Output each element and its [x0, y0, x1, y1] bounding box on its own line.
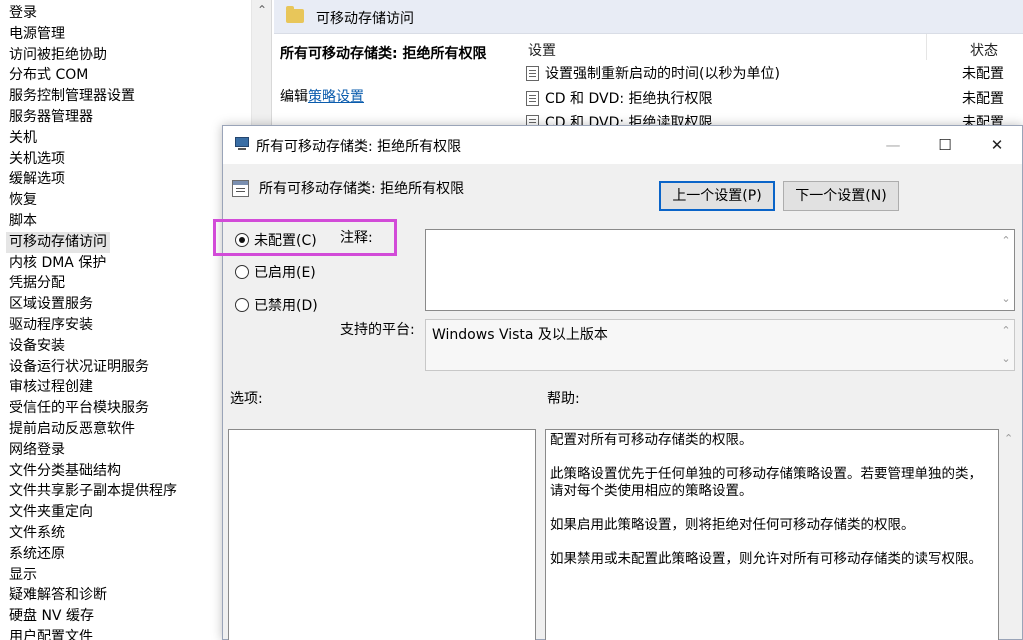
tree-item[interactable]: 访问被拒绝协助 — [6, 45, 110, 66]
help-paragraph: 配置对所有可移动存储类的权限。 — [550, 432, 753, 448]
supported-platform-box: Windows Vista 及以上版本 ⌃ ⌄ — [425, 319, 1015, 371]
previous-setting-button[interactable]: 上一个设置(P) — [659, 181, 775, 211]
scroll-up-icon[interactable]: ⌃ — [1000, 235, 1012, 247]
help-scrollbar[interactable]: ⌃ — [999, 428, 1021, 638]
radio-label: 已启用(E) — [254, 265, 316, 281]
tree-item[interactable]: 用户配置文件 — [6, 627, 96, 640]
scroll-up-icon[interactable]: ⌃ — [1000, 325, 1012, 337]
tree-item[interactable]: 疑难解答和诊断 — [6, 585, 110, 606]
scroll-down-icon[interactable]: ⌄ — [1000, 293, 1012, 305]
edit-prefix: 编辑 — [280, 89, 308, 105]
tree-item[interactable]: 脚本 — [6, 211, 40, 232]
radio-label: 未配置(C) — [254, 233, 317, 249]
help-text: 配置对所有可移动存储类的权限。 此策略设置优先于任何单独的可移动存储策略设置。若… — [550, 432, 990, 585]
column-header-state[interactable]: 状态 — [970, 40, 998, 60]
tree-item[interactable]: 显示 — [6, 565, 40, 586]
tree-item[interactable]: 文件夹重定向 — [6, 502, 96, 523]
radio-button[interactable] — [235, 298, 249, 312]
radio-enabled[interactable]: 已启用(E) — [235, 261, 316, 285]
policy-setting-icon — [526, 91, 539, 106]
tree-item[interactable]: 内核 DMA 保护 — [6, 253, 109, 274]
scroll-down-icon[interactable]: ⌄ — [1000, 353, 1012, 365]
tree-item[interactable]: 关机 — [6, 128, 40, 149]
tree-item[interactable]: 设备安装 — [6, 336, 68, 357]
tree-item[interactable]: 电源管理 — [6, 24, 68, 45]
tree-item[interactable]: 分布式 COM — [6, 65, 91, 86]
dialog-title: 所有可移动存储类: 拒绝所有权限 — [256, 139, 462, 155]
tree-item[interactable]: 缓解选项 — [6, 169, 68, 190]
tree-item[interactable]: 系统还原 — [6, 544, 68, 565]
options-label: 选项: — [230, 391, 263, 407]
column-header-setting[interactable]: 设置 — [528, 40, 556, 60]
radio-disabled[interactable]: 已禁用(D) — [235, 294, 318, 318]
next-setting-button[interactable]: 下一个设置(N) — [783, 181, 899, 211]
tree-item[interactable]: 凭据分配 — [6, 273, 68, 294]
supported-platform-label: 支持的平台: — [340, 322, 415, 338]
comment-label: 注释: — [340, 230, 373, 246]
tree-item[interactable]: 服务控制管理器设置 — [6, 86, 138, 107]
tree-item[interactable]: 提前启动反恶意软件 — [6, 419, 138, 440]
help-label: 帮助: — [547, 391, 580, 407]
monitor-icon — [233, 136, 251, 152]
minimize-button[interactable]: — — [867, 126, 919, 164]
column-divider[interactable] — [926, 34, 927, 60]
setting-name: 设置强制重新启动的时间(以秒为单位) — [545, 66, 780, 82]
selected-policy-name: 所有可移动存储类: 拒绝所有权限 — [280, 46, 487, 62]
dialog-titlebar[interactable]: 所有可移动存储类: 拒绝所有权限 — ☐ ✕ — [223, 126, 1022, 164]
tree-item[interactable]: 设备运行状况证明服务 — [6, 357, 152, 378]
details-header-title: 可移动存储访问 — [316, 11, 414, 27]
tree-item[interactable]: 登录 — [6, 3, 40, 24]
tree-item[interactable]: 文件系统 — [6, 523, 68, 544]
radio-not-configured[interactable]: 未配置(C) — [235, 229, 317, 253]
close-button[interactable]: ✕ — [971, 126, 1023, 164]
tree-item[interactable]: 网络登录 — [6, 440, 68, 461]
tree-item[interactable]: 服务器管理器 — [6, 107, 96, 128]
help-panel: 配置对所有可移动存储类的权限。 此策略设置优先于任何单独的可移动存储策略设置。若… — [545, 429, 999, 640]
supported-platform-value: Windows Vista 及以上版本 — [432, 327, 608, 343]
tree-item[interactable]: 驱动程序安装 — [6, 315, 96, 336]
setting-row[interactable]: 设置强制重新启动的时间(以秒为单位) — [526, 63, 780, 85]
details-pane: 所有可移动存储类: 拒绝所有权限 编辑策略设置 设置 状态 设置强制重新启动的时… — [274, 34, 1023, 134]
setting-name: CD 和 DVD: 拒绝执行权限 — [545, 91, 713, 107]
tree-item[interactable]: 文件分类基础结构 — [6, 461, 124, 482]
help-paragraph: 如果启用此策略设置，则将拒绝对任何可移动存储类的权限。 — [550, 517, 915, 533]
options-panel — [228, 429, 536, 640]
policy-setting-icon — [526, 66, 539, 81]
maximize-button[interactable]: ☐ — [919, 126, 971, 164]
tree-item[interactable]: 硬盘 NV 缓存 — [6, 606, 97, 627]
setting-state: 未配置 — [962, 91, 1004, 107]
tree-item[interactable]: 关机选项 — [6, 149, 68, 170]
tree-item[interactable]: 文件共享影子副本提供程序 — [6, 481, 180, 502]
radio-button[interactable] — [235, 265, 249, 279]
help-paragraph: 此策略设置优先于任何单独的可移动存储策略设置。若要管理单独的类，请对每个类使用相… — [550, 466, 982, 499]
edit-policy-line: 编辑策略设置 — [280, 86, 364, 106]
setting-state: 未配置 — [962, 66, 1004, 82]
policy-setting-icon — [232, 180, 249, 197]
folder-icon — [286, 6, 304, 23]
policy-settings-dialog: 所有可移动存储类: 拒绝所有权限 — ☐ ✕ 所有可移动存储类: 拒绝所有权限 … — [213, 125, 1023, 640]
tree-item[interactable]: 可移动存储访问 — [6, 231, 110, 253]
edit-policy-link[interactable]: 策略设置 — [308, 89, 364, 105]
tree-item[interactable]: 受信任的平台模块服务 — [6, 398, 152, 419]
help-paragraph: 如果禁用或未配置此策略设置，则允许对所有可移动存储类的读写权限。 — [550, 551, 982, 567]
setting-row[interactable]: CD 和 DVD: 拒绝执行权限 — [526, 88, 713, 110]
dialog-subtitle: 所有可移动存储类: 拒绝所有权限 — [259, 181, 465, 197]
scroll-up-icon[interactable]: ⌃ — [1004, 432, 1013, 445]
details-header: 可移动存储访问 — [274, 0, 1023, 34]
radio-button-checked[interactable] — [235, 233, 249, 247]
tree-item[interactable]: 恢复 — [6, 190, 40, 211]
comment-textarea[interactable]: ⌃ ⌄ — [425, 229, 1015, 311]
tree-item[interactable]: 区域设置服务 — [6, 294, 96, 315]
scroll-up-icon[interactable]: ⌃ — [256, 4, 268, 16]
radio-label: 已禁用(D) — [254, 298, 318, 314]
tree-item[interactable]: 审核过程创建 — [6, 377, 96, 398]
